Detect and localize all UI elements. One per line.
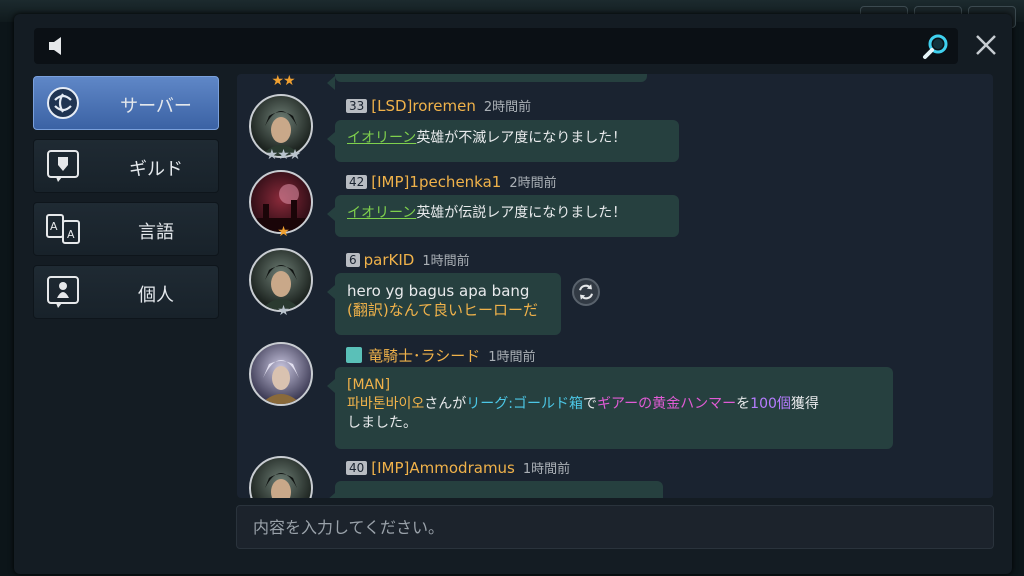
message-bubble: hero yg bagus apa bang (翻訳)なんて良いヒーローだ (327, 273, 561, 335)
hero-portrait-icon (265, 473, 297, 498)
message-header: 42 [IMP]1pechenka1 2時間前 (346, 172, 557, 191)
dragon-knight-portrait-icon (261, 360, 301, 404)
message-bubble-partial (327, 74, 647, 90)
message-header: 6 parKID 1時間前 (346, 250, 470, 269)
player-name[interactable]: [LSD]roremen (371, 97, 476, 115)
message-time: 1時間前 (488, 350, 536, 365)
person-icon (47, 276, 79, 308)
message-header: 33 [LSD]roremen 2時間前 (346, 96, 531, 115)
hero-link[interactable]: イオリーン (347, 205, 416, 221)
level-badge: 42 (346, 175, 368, 189)
svg-text:A: A (67, 228, 75, 241)
rarity-stars: ★★★ (265, 147, 302, 163)
player-avatar[interactable] (249, 456, 313, 498)
sidebar-item-guild[interactable]: ギルド (33, 139, 219, 193)
item-ref: ギアーの黄金ハンマー (597, 396, 737, 412)
message-text: で (583, 396, 597, 412)
chat-message-list[interactable]: ★★ ★★★ 33 [LSD]roremen 2時間前 イオリーン英雄が不滅レア度に… (237, 74, 993, 498)
message-text: 獲得 (790, 396, 819, 412)
server-globe-icon (47, 87, 79, 119)
player-name[interactable]: [IMP]Ammodramus (371, 459, 515, 477)
level-badge: 33 (346, 99, 368, 113)
message-time: 1時間前 (422, 254, 470, 269)
speaker-icon[interactable] (46, 35, 68, 57)
search-icon[interactable] (920, 31, 952, 63)
message-text: しました。 (347, 415, 417, 431)
translate-refresh-icon[interactable] (572, 278, 600, 306)
guild-tag: [MAN] (347, 377, 391, 393)
message-text: を (736, 396, 751, 412)
sidebar-item-language[interactable]: A A 言語 (33, 202, 219, 256)
message-bubble: イオリーン英雄が不滅レア度になりました！ (327, 120, 679, 162)
hero-link[interactable]: イオリーン (347, 130, 416, 146)
sidebar-item-label: ギルド (129, 159, 183, 180)
player-name: 竜騎士･ラシード (368, 347, 481, 365)
level-badge: 6 (346, 253, 360, 267)
sidebar-item-label: 個人 (138, 285, 174, 306)
sidebar-item-server[interactable]: サーバー (33, 76, 219, 130)
message-header: 竜騎士･ラシード 1時間前 (346, 345, 535, 366)
rarity-stars: ★★ (271, 74, 295, 89)
source-ref: リーグ:ゴールド箱 (466, 396, 583, 412)
hero-portrait-icon (261, 265, 301, 310)
message-bubble (327, 481, 663, 498)
guild-shield-icon (47, 150, 79, 182)
message-text: さんが (424, 396, 467, 412)
translated-text: (翻訳)なんて良いヒーローだ (347, 301, 538, 319)
announcement-bar (34, 28, 958, 64)
item-count: 100個 (750, 396, 791, 412)
message-text: 英雄が不滅レア度になりました！ (416, 130, 627, 146)
player-name[interactable]: parKID (364, 251, 415, 269)
message-bubble: [MAN] 파바톤바이오さんがリーグ:ゴールド箱でギアーの黄金ハンマーを100個… (327, 367, 893, 449)
level-badge: 40 (346, 461, 368, 475)
rarity-stars: ★ (277, 224, 290, 240)
rarity-stars: ★ (277, 303, 290, 319)
sidebar-item-label: サーバー (120, 96, 192, 117)
message-time: 1時間前 (522, 462, 571, 477)
close-icon[interactable] (970, 30, 1002, 62)
message-header: 40 [IMP]Ammodramus 1時間前 (346, 458, 570, 477)
message-text: 英雄が伝説レア度になりました！ (416, 205, 627, 221)
player-name[interactable]: [IMP]1pechenka1 (371, 173, 501, 191)
message-bubble: イオリーン英雄が伝説レア度になりました！ (327, 195, 679, 237)
message-text: hero yg bagus apa bang (347, 282, 530, 300)
chat-input[interactable] (236, 505, 994, 549)
castle-portrait-icon (257, 184, 305, 232)
player-ref[interactable]: 파바톤바이오 (347, 396, 424, 412)
sidebar-item-label: 言語 (138, 222, 174, 243)
sidebar-item-personal[interactable]: 個人 (33, 265, 219, 319)
system-scroll-icon (346, 347, 362, 363)
language-icon: A A (46, 214, 80, 244)
svg-text:A: A (50, 220, 58, 233)
player-avatar[interactable] (249, 342, 313, 406)
message-time: 2時間前 (509, 176, 557, 191)
message-time: 2時間前 (483, 100, 532, 115)
